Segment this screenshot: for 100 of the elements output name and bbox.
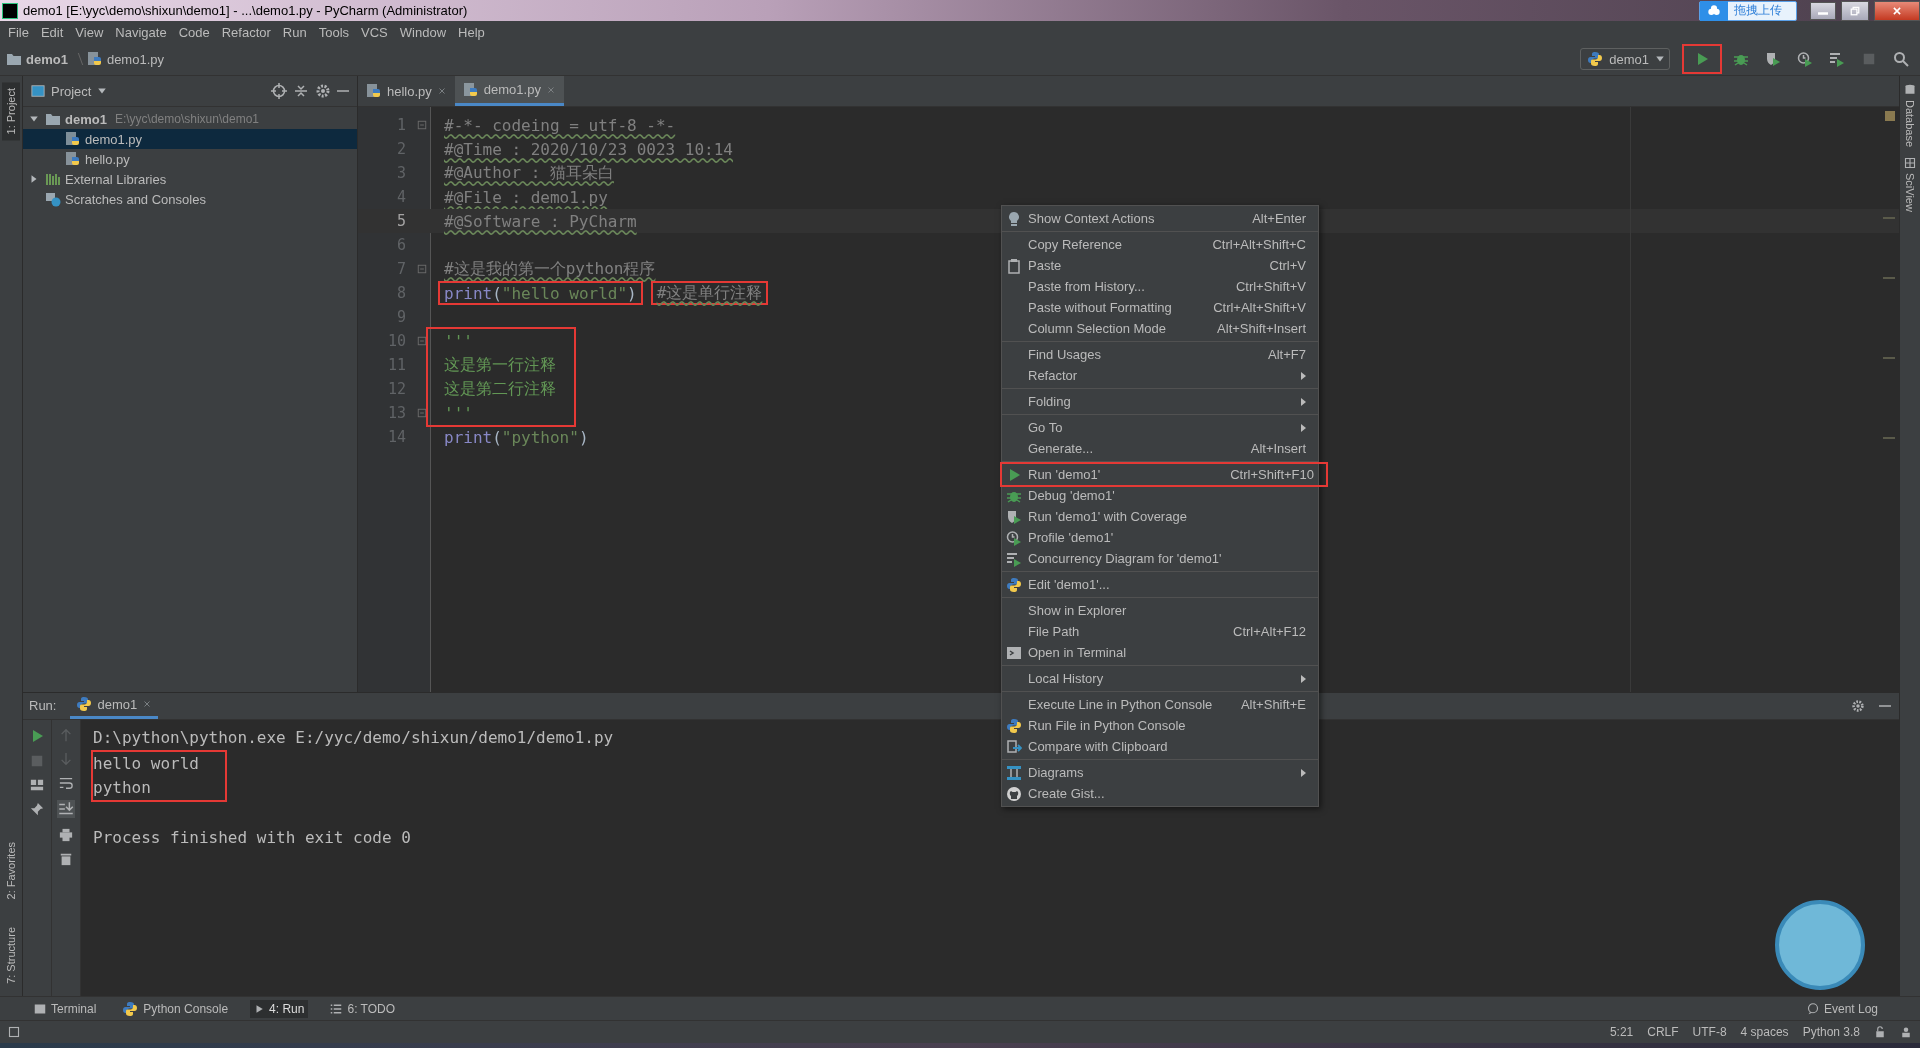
- layout-icon: [30, 778, 44, 792]
- menu-item[interactable]: Go To: [1002, 417, 1318, 438]
- minimize-icon: [1879, 705, 1891, 707]
- tree-item[interactable]: demo1 E:\yyc\demo\shixun\demo1: [23, 109, 357, 129]
- menu-item[interactable]: VCS: [355, 24, 394, 40]
- tool-window-tab[interactable]: 6: TODO: [326, 999, 400, 1018]
- menu-item[interactable]: Help: [452, 24, 491, 40]
- tool-window-tab[interactable]: 2: Favorites: [2, 835, 20, 906]
- line-number: 5: [395, 212, 407, 230]
- breadcrumb-item[interactable]: demo1.py: [86, 51, 164, 67]
- menu-item[interactable]: Paste from History... Ctrl+Shift+V: [1002, 276, 1318, 297]
- menu-item[interactable]: Folding: [1002, 391, 1318, 412]
- maximize-button[interactable]: [1841, 0, 1869, 21]
- menu-item[interactable]: Edit 'demo1'...: [1002, 574, 1318, 595]
- menu-item[interactable]: Refactor: [215, 24, 277, 40]
- editor-tab[interactable]: demo1.py: [454, 76, 564, 106]
- up-arrow-icon: [59, 728, 73, 742]
- tool-window-tab[interactable]: SciView: [1904, 157, 1916, 213]
- python-icon: [1006, 576, 1022, 593]
- menu-item[interactable]: Tools: [312, 24, 356, 40]
- menu-item[interactable]: Diagrams: [1002, 762, 1318, 783]
- fold-marker-icon: [417, 336, 427, 346]
- menu-item[interactable]: Find Usages Alt+F7: [1002, 344, 1318, 365]
- tree-item[interactable]: External Libraries: [23, 169, 357, 189]
- menu-item[interactable]: Run 'demo1' Ctrl+Shift+F10: [1002, 464, 1326, 485]
- console-line: python: [93, 777, 152, 799]
- shield-run-icon: [1006, 508, 1022, 525]
- menu-item[interactable]: Show in Explorer: [1002, 600, 1318, 621]
- diagram-icon: [1006, 764, 1022, 781]
- collapse-icon: [293, 83, 309, 99]
- close-button[interactable]: [1874, 0, 1920, 21]
- lines-run-icon: [1006, 550, 1022, 567]
- run-config-dropdown[interactable]: demo1: [1580, 48, 1670, 70]
- tool-window-tab[interactable]: Python Console: [118, 998, 233, 1019]
- status-item[interactable]: CRLF: [1647, 1025, 1679, 1039]
- menu-item[interactable]: Window: [393, 24, 453, 40]
- run-tab[interactable]: demo1: [70, 693, 159, 719]
- tool-window-tab[interactable]: 1: Project: [2, 82, 20, 141]
- code-text: print("python"): [443, 426, 590, 449]
- tool-window-tab[interactable]: 4: Run: [250, 999, 309, 1018]
- down-arrow-icon: [59, 752, 73, 766]
- run-label: Run:: [29, 698, 57, 714]
- menu-item[interactable]: Refactor: [1002, 365, 1318, 386]
- tree-item[interactable]: demo1.py: [23, 129, 357, 149]
- menu-item[interactable]: Run: [276, 24, 313, 40]
- status-item[interactable]: Python 3.8: [1802, 1025, 1860, 1039]
- menu-item[interactable]: Local History: [1002, 668, 1318, 689]
- menu-item[interactable]: Paste Ctrl+V: [1002, 255, 1318, 276]
- python-icon: [1587, 51, 1604, 67]
- editor-tab[interactable]: hello.py: [358, 76, 455, 106]
- tree-item[interactable]: hello.py: [23, 149, 357, 169]
- menu-item[interactable]: Concurrency Diagram for 'demo1': [1002, 548, 1318, 569]
- menu-item[interactable]: File: [2, 24, 35, 40]
- menu-item[interactable]: Create Gist...: [1002, 783, 1318, 804]
- tool-window-tab[interactable]: 7: Structure: [2, 921, 20, 990]
- run-button[interactable]: [1682, 44, 1722, 74]
- folder-icon: [6, 51, 22, 67]
- grid-icon: [1904, 157, 1916, 170]
- close-icon: [1892, 5, 1902, 16]
- menu-item[interactable]: Execute Line in Python Console Alt+Shift+E: [1002, 694, 1318, 715]
- minimize-button[interactable]: [1810, 1, 1836, 20]
- console-line: D:\python\python.exe E:/yyc/demo/shixun/demo1/demo1.py: [93, 727, 614, 749]
- dropdown-arrow-icon: [1655, 54, 1665, 64]
- menu-item[interactable]: File Path Ctrl+Alt+F12: [1002, 621, 1318, 642]
- terminal-icon: [1006, 644, 1022, 661]
- list-icon: [330, 1002, 343, 1015]
- highlight-box: #这是单行注释: [650, 281, 769, 305]
- menu-item[interactable]: Navigate: [109, 24, 173, 40]
- menu-item[interactable]: Paste without Formatting Ctrl+Alt+Shift+V: [1002, 297, 1318, 318]
- menu-item[interactable]: Generate... Alt+Insert: [1002, 438, 1318, 459]
- tool-window-tab[interactable]: Database: [1904, 84, 1916, 148]
- status-item[interactable]: UTF-8: [1692, 1025, 1727, 1039]
- menu-item[interactable]: Run 'demo1' with Coverage: [1002, 506, 1318, 527]
- python-icon: [1006, 717, 1022, 734]
- status-item[interactable]: 4 spaces: [1740, 1025, 1789, 1039]
- project-view-dropdown[interactable]: Project: [31, 83, 108, 99]
- menu-item[interactable]: Copy Reference Ctrl+Alt+Shift+C: [1002, 234, 1318, 255]
- folder-icon: [45, 111, 61, 127]
- github-icon: [1006, 785, 1022, 802]
- upload-button[interactable]: 拖拽上传: [1699, 0, 1797, 21]
- menu-item[interactable]: Show Context Actions Alt+Enter: [1002, 208, 1318, 229]
- menu-item[interactable]: Run File in Python Console: [1002, 715, 1318, 736]
- tool-window-tab[interactable]: Terminal: [30, 999, 101, 1018]
- fold-marker-icon: [417, 120, 427, 130]
- menu-item[interactable]: Code: [172, 24, 216, 40]
- menu-item[interactable]: Debug 'demo1': [1002, 485, 1318, 506]
- menu-item[interactable]: View: [69, 24, 110, 40]
- menu-item[interactable]: Compare with Clipboard: [1002, 736, 1318, 757]
- menu-item[interactable]: Profile 'demo1': [1002, 527, 1318, 548]
- menu-item[interactable]: Edit: [34, 24, 70, 40]
- menu-item[interactable]: Open in Terminal: [1002, 642, 1318, 663]
- compare-icon: [1006, 738, 1022, 755]
- expand-arrow-icon: [29, 114, 39, 124]
- code-text: ''': [443, 330, 474, 353]
- menu-item[interactable]: Column Selection Mode Alt+Shift+Insert: [1002, 318, 1318, 339]
- status-item[interactable]: 5:21: [1609, 1025, 1634, 1039]
- terminal-icon: [34, 1002, 46, 1015]
- event-log-button[interactable]: Event Log: [1802, 999, 1882, 1018]
- tree-item[interactable]: Scratches and Consoles: [23, 189, 357, 209]
- breadcrumb-item[interactable]: demo1: [6, 51, 68, 67]
